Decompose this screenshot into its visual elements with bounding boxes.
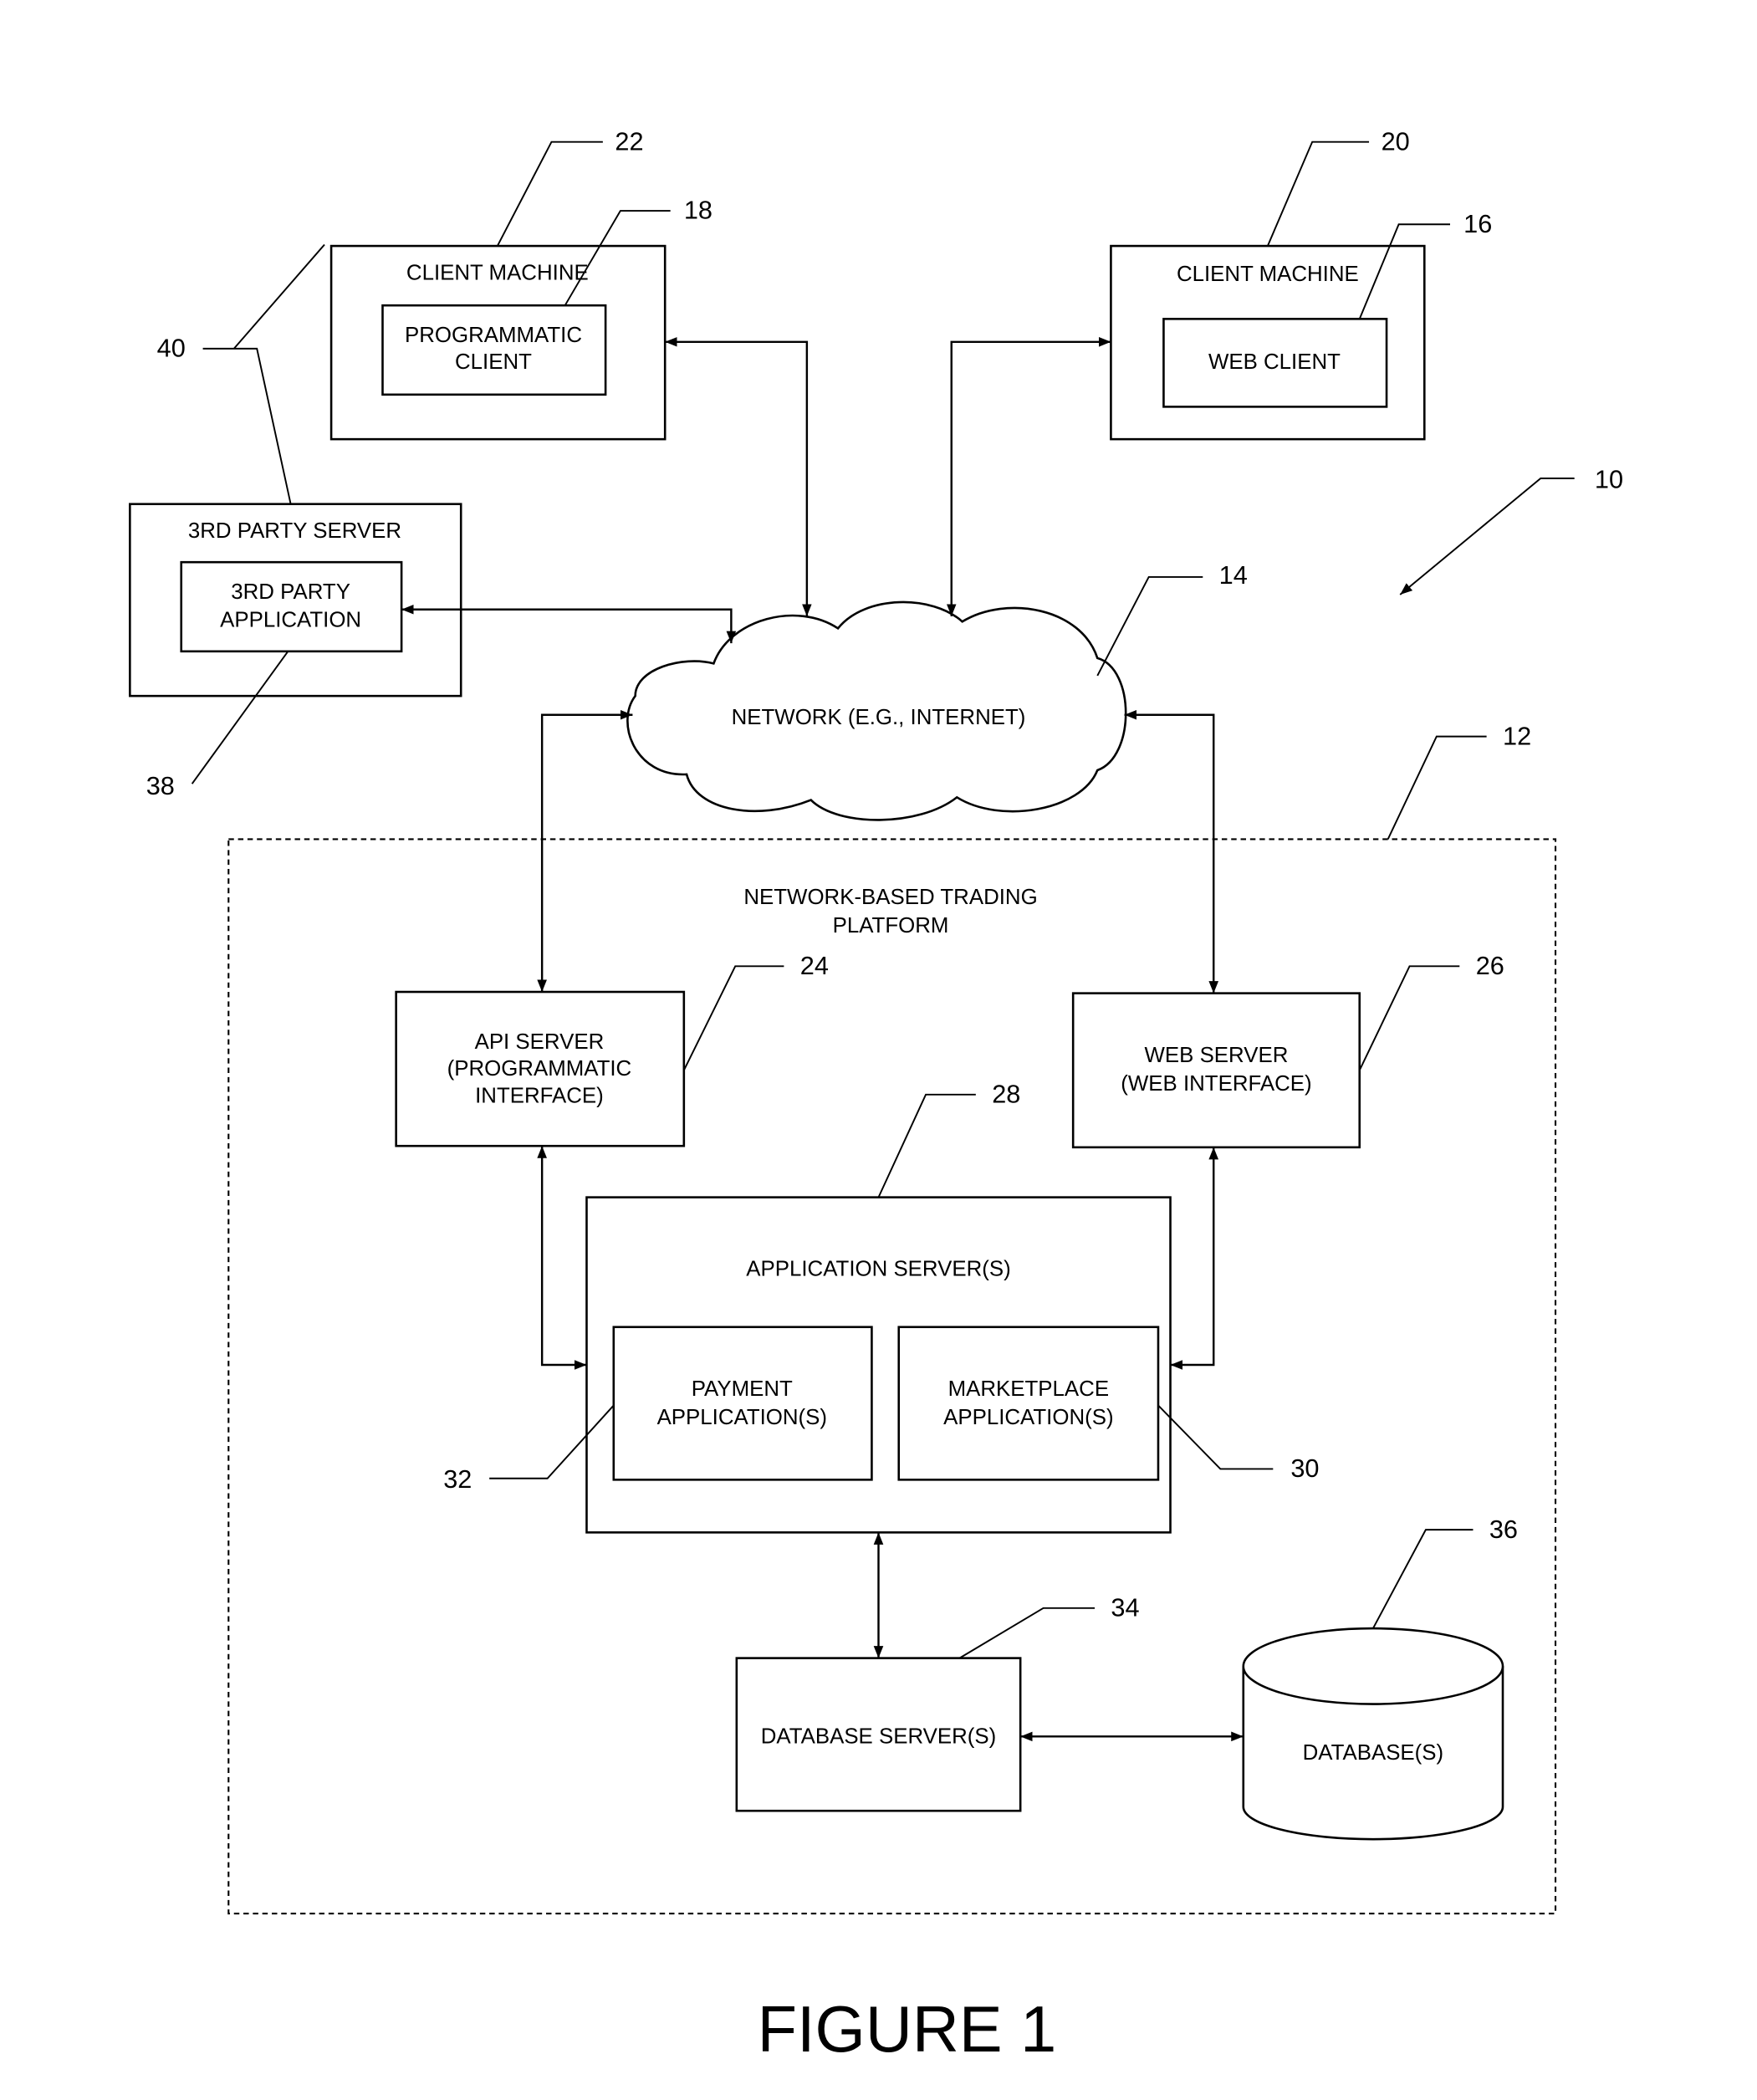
databases-label: DATABASE(S) (1303, 1741, 1444, 1765)
marketplace-applications-label-line2: APPLICATION(S) (943, 1406, 1113, 1429)
third-party-server-title: 3RD PARTY SERVER (188, 519, 401, 543)
ref-12: 12 (1503, 721, 1531, 750)
leader-26 (1358, 965, 1460, 1071)
system-reference-arrow (1399, 478, 1575, 595)
network-label: NETWORK (E.G., INTERNET) (732, 706, 1026, 729)
marketplace-applications-label-line1: MARKETPLACE (948, 1377, 1109, 1401)
ref-10: 10 (1595, 464, 1623, 493)
system-architecture-diagram: NETWORK-BASED TRADING PLATFORM CLIENT MA… (129, 126, 1623, 2066)
web-server-label-line1: WEB SERVER (1145, 1044, 1289, 1067)
ref-38: 38 (146, 771, 175, 800)
connector-network-web-server (1124, 709, 1219, 994)
database-servers-label: DATABASE SERVER(S) (761, 1724, 996, 1748)
ref-24: 24 (800, 951, 829, 980)
payment-applications-label-line2: APPLICATION(S) (657, 1406, 827, 1429)
ref-32: 32 (443, 1464, 472, 1494)
leader-30 (1157, 1404, 1274, 1470)
leader-28 (877, 1093, 976, 1198)
web-client-label: WEB CLIENT (1208, 350, 1341, 374)
client-machine-left-title: CLIENT MACHINE (406, 261, 589, 284)
ref-40: 40 (157, 334, 186, 363)
ref-20: 20 (1382, 126, 1410, 156)
figure-caption: FIGURE 1 (758, 1994, 1057, 2066)
web-server-label-line2: (WEB INTERFACE) (1121, 1072, 1311, 1096)
connector-network-api-server (537, 709, 633, 993)
ref-34: 34 (1111, 1593, 1139, 1622)
leader-34 (958, 1607, 1096, 1659)
connector-web-server-application-servers (1170, 1147, 1219, 1370)
leader-36 (1372, 1529, 1474, 1629)
api-server-label-line2: (PROGRAMMATIC (447, 1057, 632, 1081)
trading-platform-label-line1: NETWORK-BASED TRADING (743, 886, 1037, 909)
connector-api-server-application-servers (537, 1146, 587, 1370)
payment-applications-label-line1: PAYMENT (692, 1377, 793, 1401)
trading-platform-label-line2: PLATFORM (833, 914, 949, 938)
ref-16: 16 (1463, 209, 1492, 238)
ref-14: 14 (1219, 560, 1248, 590)
ref-22: 22 (615, 126, 643, 156)
marketplace-applications-box (897, 1326, 1160, 1481)
leader-12 (1387, 735, 1487, 840)
third-party-application-label-line2: APPLICATION (220, 609, 361, 632)
connector-programmatic-client-network (665, 336, 812, 616)
leader-40 (202, 243, 325, 504)
api-server-label-line3: INTERFACE) (475, 1085, 604, 1108)
leader-22 (496, 141, 603, 247)
connector-web-client-network (946, 336, 1111, 616)
client-machine-right-title: CLIENT MACHINE (1177, 263, 1359, 286)
third-party-application-label-line1: 3RD PARTY (231, 580, 350, 604)
programmatic-client-label-line1: PROGRAMMATIC (405, 324, 582, 347)
api-server-label-line1: API SERVER (475, 1030, 605, 1054)
application-servers-title: APPLICATION SERVER(S) (746, 1257, 1010, 1280)
leader-20 (1266, 141, 1370, 247)
ref-26: 26 (1476, 951, 1504, 980)
ref-28: 28 (992, 1080, 1020, 1109)
leader-14 (1096, 575, 1203, 677)
databases-cylinder-top (1242, 1627, 1504, 1705)
web-server-box (1071, 992, 1361, 1149)
ref-18: 18 (684, 196, 713, 225)
third-party-application-box (180, 560, 403, 653)
ref-30: 30 (1290, 1454, 1319, 1483)
ref-36: 36 (1489, 1515, 1518, 1544)
leader-24 (682, 965, 784, 1071)
programmatic-client-label-line2: CLIENT (455, 350, 532, 374)
payment-applications-box (612, 1326, 873, 1481)
